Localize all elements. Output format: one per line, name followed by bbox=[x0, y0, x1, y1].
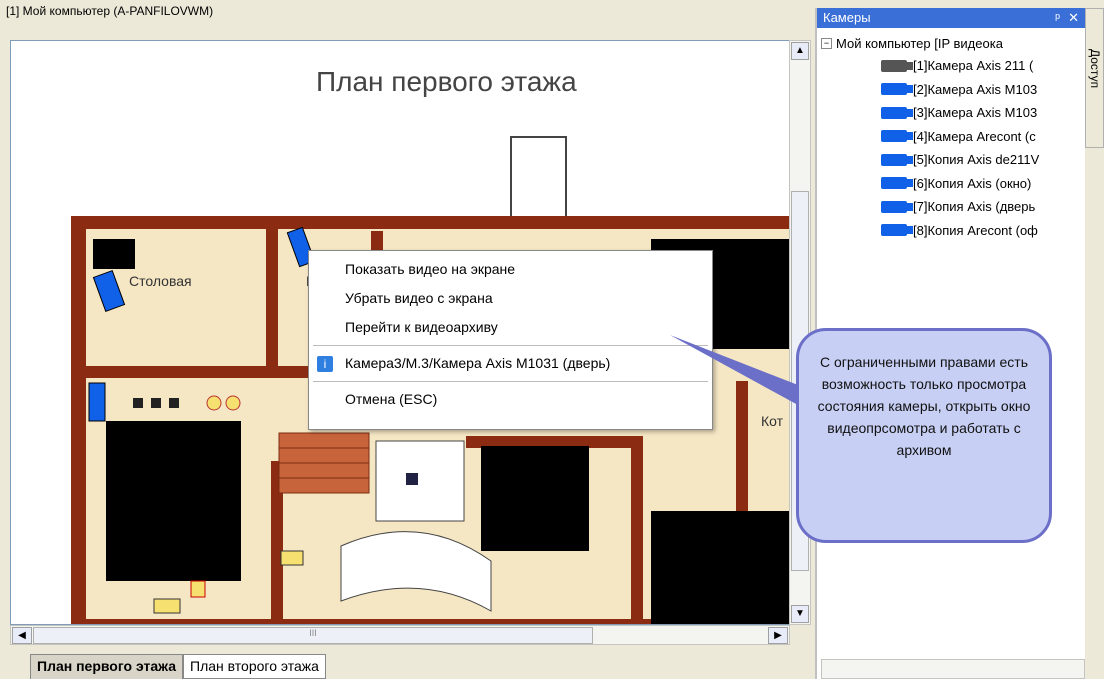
info-callout: С ограниченными правами есть возможность… bbox=[796, 328, 1052, 543]
camera-list: [1]Камера Axis 211 ( [2]Камера Axis M103 [… bbox=[821, 54, 1081, 242]
tree-root-label: Мой компьютер [IP видеока bbox=[836, 35, 1003, 51]
camera-icon bbox=[881, 130, 913, 143]
interior-wall bbox=[86, 366, 346, 378]
camera-label: [8]Копия Arecont (оф bbox=[913, 222, 1038, 238]
scroll-thumb[interactable]: III bbox=[33, 627, 593, 644]
camera-item[interactable]: [3]Камера Axis M103 bbox=[821, 101, 1081, 125]
plan-title: План первого этажа bbox=[316, 66, 577, 97]
close-icon[interactable]: ✕ bbox=[1068, 10, 1079, 26]
device-icon[interactable] bbox=[153, 598, 181, 614]
callout-pointer bbox=[670, 335, 798, 405]
scroll-down-button[interactable]: ▼ bbox=[791, 605, 809, 623]
info-icon: i bbox=[317, 356, 333, 372]
camera-item[interactable]: [1]Камера Axis 211 ( bbox=[821, 54, 1081, 78]
menu-separator bbox=[313, 345, 708, 346]
access-side-tab[interactable]: Доступ bbox=[1085, 8, 1104, 148]
go-to-archive-menu-item[interactable]: Перейти к видеоархиву bbox=[309, 313, 712, 342]
cameras-panel-header: Камеры ᵖ ✕ bbox=[817, 8, 1085, 28]
camera-info-label: Камера3/М.3/Камера Axis M1031 (дверь) bbox=[345, 355, 611, 371]
camera-item[interactable]: [2]Камера Axis M103 bbox=[821, 78, 1081, 102]
chimney bbox=[510, 136, 567, 220]
camera-icon[interactable] bbox=[88, 382, 106, 422]
access-side-tab-label: Доступ bbox=[1088, 49, 1102, 89]
sensor-icon[interactable] bbox=[406, 473, 418, 485]
camera-label: [4]Камера Arecont (с bbox=[913, 128, 1036, 144]
camera-icon bbox=[881, 153, 913, 166]
scroll-right-button[interactable]: ▶ bbox=[768, 627, 788, 644]
camera-icon bbox=[881, 59, 913, 72]
camera-item[interactable]: [4]Камера Arecont (с bbox=[821, 125, 1081, 149]
camera-icon bbox=[881, 106, 913, 119]
interior-wall bbox=[631, 436, 643, 624]
tree-root[interactable]: − Мой компьютер [IP видеока bbox=[821, 32, 1081, 54]
tab-first-floor[interactable]: План первого этажа bbox=[30, 654, 184, 679]
context-menu: Показать видео на экране Убрать видео с … bbox=[308, 250, 713, 430]
room-label: Столовая bbox=[129, 273, 192, 289]
room-label: Кот bbox=[761, 413, 784, 429]
scroll-left-button[interactable]: ◀ bbox=[12, 627, 32, 644]
window-title: [1] Мой компьютер (A-PANFILOVWM) bbox=[6, 4, 214, 18]
camera-item[interactable]: [8]Копия Arecont (оф bbox=[821, 219, 1081, 243]
camera-item[interactable]: [5]Копия Axis de211V bbox=[821, 148, 1081, 172]
horizontal-scrollbar[interactable]: ◀ III ▶ bbox=[10, 625, 790, 645]
cameras-panel-scrollbar[interactable] bbox=[821, 659, 1085, 679]
camera-icon bbox=[881, 83, 913, 96]
camera-view-placeholder bbox=[651, 511, 789, 624]
show-video-menu-item[interactable]: Показать видео на экране bbox=[309, 255, 712, 284]
camera-item[interactable]: [7]Копия Axis (дверь bbox=[821, 195, 1081, 219]
plan-tabs: План первого этажа План второго этажа bbox=[30, 654, 326, 679]
cameras-panel-title: Камеры bbox=[823, 10, 871, 25]
camera-label: [5]Копия Axis de211V bbox=[913, 152, 1040, 168]
pin-icon[interactable]: ᵖ bbox=[1055, 10, 1060, 26]
camera-label: [7]Копия Axis (дверь bbox=[913, 199, 1036, 215]
tab-second-floor[interactable]: План второго этажа bbox=[183, 654, 326, 679]
cancel-menu-item[interactable]: Отмена (ESC) bbox=[309, 385, 712, 414]
camera-label: [3]Камера Axis M103 bbox=[913, 105, 1038, 121]
camera-view-placeholder bbox=[93, 239, 135, 269]
camera-icon bbox=[881, 224, 913, 237]
camera-label: [2]Камера Axis M103 bbox=[913, 81, 1038, 97]
camera-label: [1]Камера Axis 211 ( bbox=[913, 58, 1034, 74]
alarm-icon[interactable] bbox=[190, 580, 206, 598]
camera-tree: − Мой компьютер [IP видеока [1]Камера Ax… bbox=[817, 28, 1085, 246]
entrance-hall bbox=[375, 440, 465, 522]
camera-item[interactable]: [6]Копия Axis (окно) bbox=[821, 172, 1081, 196]
camera-info-menu-item[interactable]: i Камера3/М.3/Камера Axis M1031 (дверь) bbox=[309, 349, 712, 378]
collapse-icon[interactable]: − bbox=[821, 37, 832, 49]
menu-separator bbox=[313, 381, 708, 382]
interior-wall bbox=[266, 229, 278, 369]
camera-icon bbox=[881, 177, 913, 190]
camera-view-placeholder bbox=[106, 421, 241, 581]
camera-view-placeholder bbox=[481, 446, 589, 551]
staircase bbox=[278, 432, 370, 494]
camera-icon bbox=[881, 200, 913, 213]
scroll-up-button[interactable]: ▲ bbox=[791, 42, 809, 60]
device-icon[interactable] bbox=[280, 550, 304, 566]
hide-video-menu-item[interactable]: Убрать видео с экрана bbox=[309, 284, 712, 313]
camera-label: [6]Копия Axis (окно) bbox=[913, 175, 1032, 191]
